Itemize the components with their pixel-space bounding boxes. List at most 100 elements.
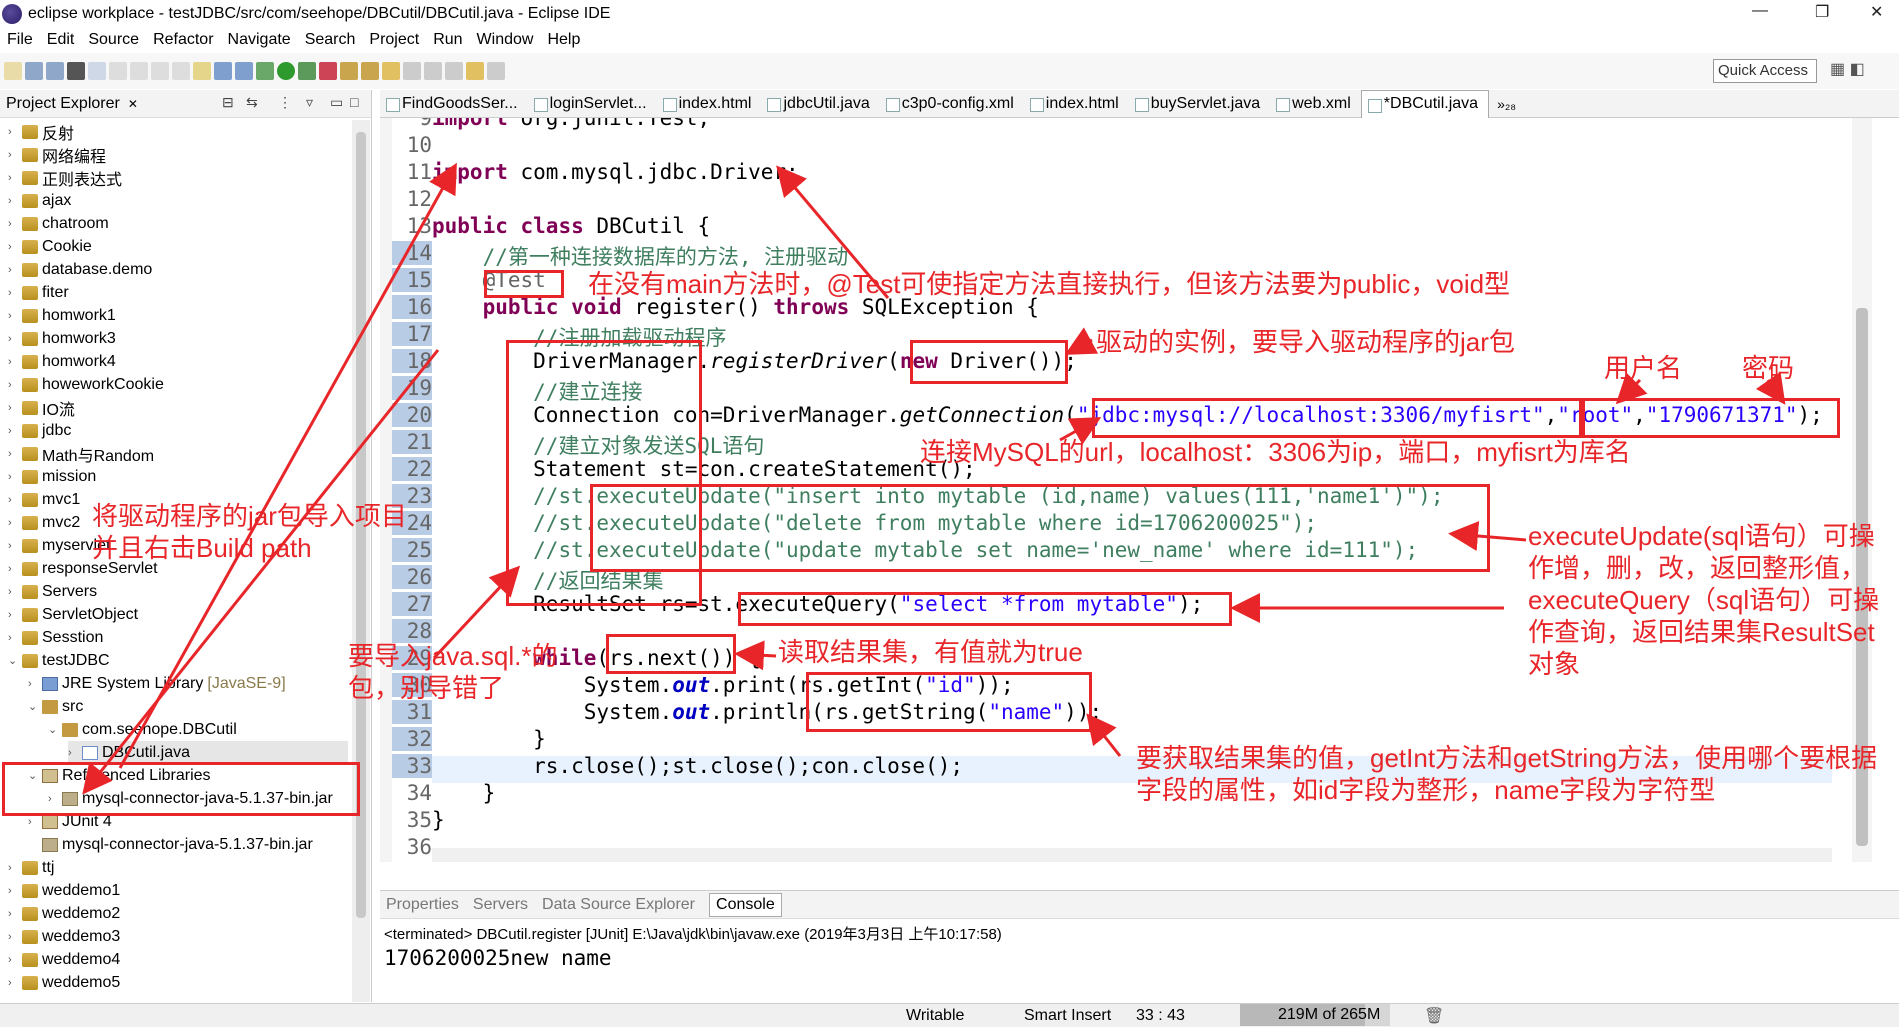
tree-item[interactable]: › Math与Random bbox=[8, 442, 154, 465]
chevron-right-icon[interactable]: › bbox=[8, 195, 20, 207]
resume-icon[interactable] bbox=[130, 62, 148, 80]
chevron-right-icon[interactable]: › bbox=[8, 126, 20, 138]
tree-item[interactable]: › weddemo4 bbox=[8, 948, 120, 971]
mark-occurrences-icon[interactable] bbox=[193, 62, 211, 80]
search-icon[interactable] bbox=[403, 62, 421, 80]
menu-refactor[interactable]: Refactor bbox=[146, 31, 220, 49]
tree-item[interactable]: › JRE System Library [JavaSE-9] bbox=[28, 672, 286, 695]
forward-icon[interactable] bbox=[487, 62, 505, 80]
collapse-all-icon[interactable]: ⊟ bbox=[222, 94, 234, 111]
editor-tab[interactable]: buyServlet.java bbox=[1129, 90, 1270, 118]
suspend-icon[interactable] bbox=[151, 62, 169, 80]
menu-source[interactable]: Source bbox=[81, 31, 146, 49]
minimize-view-icon[interactable]: ▿ bbox=[306, 94, 313, 111]
chevron-right-icon[interactable]: › bbox=[8, 908, 20, 920]
chevron-right-icon[interactable]: › bbox=[8, 586, 20, 598]
quick-access-input[interactable]: Quick Access bbox=[1713, 59, 1817, 83]
tree-item[interactable]: › ServletObject bbox=[8, 603, 138, 626]
editor-tab[interactable]: *DBCutil.java bbox=[1360, 89, 1490, 118]
tab-console[interactable]: Console bbox=[709, 892, 782, 917]
more-tabs-button[interactable]: »₂₈ bbox=[1489, 96, 1524, 112]
chevron-right-icon[interactable]: › bbox=[8, 540, 20, 552]
skip-breakpoints-icon[interactable] bbox=[109, 62, 127, 80]
code-line[interactable]: import org.junit.Test; bbox=[432, 118, 710, 130]
next-annotation-icon[interactable] bbox=[424, 62, 442, 80]
minimize-icon[interactable]: — bbox=[1752, 2, 1768, 20]
tree-item[interactable]: › ttj bbox=[8, 856, 54, 879]
editor-tab[interactable]: FindGoodsSer... bbox=[380, 90, 528, 118]
chevron-right-icon[interactable]: › bbox=[8, 471, 20, 483]
code-line[interactable]: } bbox=[432, 781, 496, 805]
code-line[interactable]: import com.mysql.jdbc.Driver; bbox=[432, 160, 799, 184]
chevron-right-icon[interactable]: › bbox=[8, 609, 20, 621]
chevron-right-icon[interactable]: › bbox=[8, 494, 20, 506]
code-line[interactable]: rs.close();st.close();con.close(); bbox=[432, 754, 963, 778]
perspective-icon[interactable]: ▦ ◧ bbox=[1830, 59, 1865, 79]
chevron-right-icon[interactable]: › bbox=[28, 816, 40, 828]
chevron-right-icon[interactable]: › bbox=[8, 448, 20, 460]
maximize-view-icon[interactable]: □ bbox=[350, 94, 358, 110]
tree-item[interactable]: › DBCutil.java bbox=[68, 741, 348, 764]
chevron-right-icon[interactable]: › bbox=[8, 241, 20, 253]
editor-tab[interactable]: index.html bbox=[657, 90, 762, 118]
editor-tab[interactable]: web.xml bbox=[1270, 90, 1361, 118]
editor-tab[interactable]: c3p0-config.xml bbox=[880, 90, 1024, 118]
tree-item[interactable]: ⌄ src bbox=[28, 695, 83, 718]
chevron-right-icon[interactable]: › bbox=[8, 333, 20, 345]
menu-edit[interactable]: Edit bbox=[40, 31, 82, 49]
link-editor-icon[interactable]: ⇆ bbox=[246, 94, 258, 111]
external-tools-icon[interactable] bbox=[319, 62, 337, 80]
publish-icon[interactable] bbox=[67, 62, 85, 80]
tree-item[interactable]: › database.demo bbox=[8, 258, 152, 281]
save-icon[interactable] bbox=[25, 62, 43, 80]
run-icon[interactable] bbox=[277, 62, 295, 80]
chevron-right-icon[interactable]: › bbox=[28, 678, 40, 690]
tree-item[interactable]: mysql-connector-java-5.1.37-bin.jar bbox=[28, 833, 313, 856]
tree-item[interactable]: › 反射 bbox=[8, 120, 74, 143]
open-type-icon[interactable] bbox=[382, 62, 400, 80]
back-icon[interactable] bbox=[466, 62, 484, 80]
tree-item[interactable]: › weddemo1 bbox=[8, 879, 120, 902]
tree-item[interactable]: ⌄ com.seehope.DBCutil bbox=[48, 718, 237, 741]
tree-item[interactable]: › jdbc bbox=[8, 419, 71, 442]
chevron-right-icon[interactable]: › bbox=[8, 632, 20, 644]
minimize-icon[interactable]: ▭ bbox=[330, 94, 343, 111]
terminate-icon[interactable] bbox=[172, 62, 190, 80]
coverage-icon[interactable] bbox=[298, 62, 316, 80]
tree-item[interactable]: › weddemo5 bbox=[8, 971, 120, 994]
tree-item[interactable]: › weddemo3 bbox=[8, 925, 120, 948]
chevron-right-icon[interactable]: › bbox=[8, 310, 20, 322]
server-icon[interactable] bbox=[214, 62, 232, 80]
chevron-right-icon[interactable]: › bbox=[8, 885, 20, 897]
chevron-right-icon[interactable]: › bbox=[8, 264, 20, 276]
chevron-right-icon[interactable]: › bbox=[8, 517, 20, 529]
tree-item[interactable]: › 网络编程 bbox=[8, 143, 106, 166]
trash-icon[interactable]: 🗑 bbox=[1424, 1006, 1444, 1026]
chevron-right-icon[interactable]: › bbox=[8, 402, 20, 414]
chevron-down-icon[interactable]: ⌄ bbox=[48, 723, 60, 736]
tree-item[interactable]: › IO流 bbox=[8, 396, 75, 419]
tab-data-source-explorer[interactable]: Data Source Explorer bbox=[542, 896, 695, 914]
menu-run[interactable]: Run bbox=[426, 31, 469, 49]
chevron-right-icon[interactable]: › bbox=[8, 954, 20, 966]
tree-item[interactable]: › chatroom bbox=[8, 212, 109, 235]
chevron-right-icon[interactable]: › bbox=[8, 218, 20, 230]
editor-tab[interactable]: index.html bbox=[1024, 90, 1129, 118]
tree-item[interactable]: › mvc1 bbox=[8, 488, 80, 511]
debug-icon[interactable] bbox=[256, 62, 274, 80]
chevron-right-icon[interactable]: › bbox=[8, 931, 20, 943]
tree-item[interactable]: › fiter bbox=[8, 281, 69, 304]
editor-horizontal-scrollbar[interactable] bbox=[432, 848, 1832, 862]
chevron-right-icon[interactable]: › bbox=[8, 149, 20, 161]
menu-file[interactable]: File bbox=[0, 31, 40, 49]
code-line[interactable]: } bbox=[432, 808, 445, 832]
code-line[interactable]: public class DBCutil { bbox=[432, 214, 710, 238]
menu-window[interactable]: Window bbox=[470, 31, 541, 49]
terminal-icon[interactable] bbox=[88, 62, 106, 80]
tree-item[interactable]: › weddemo2 bbox=[8, 902, 120, 925]
new-icon[interactable] bbox=[4, 62, 22, 80]
close-view-icon[interactable]: ✕ bbox=[128, 97, 138, 111]
maximize-icon[interactable]: ❐ bbox=[1815, 2, 1829, 22]
tree-item[interactable]: ⌄ testJDBC bbox=[8, 649, 110, 672]
chevron-down-icon[interactable]: ⌄ bbox=[8, 654, 20, 667]
